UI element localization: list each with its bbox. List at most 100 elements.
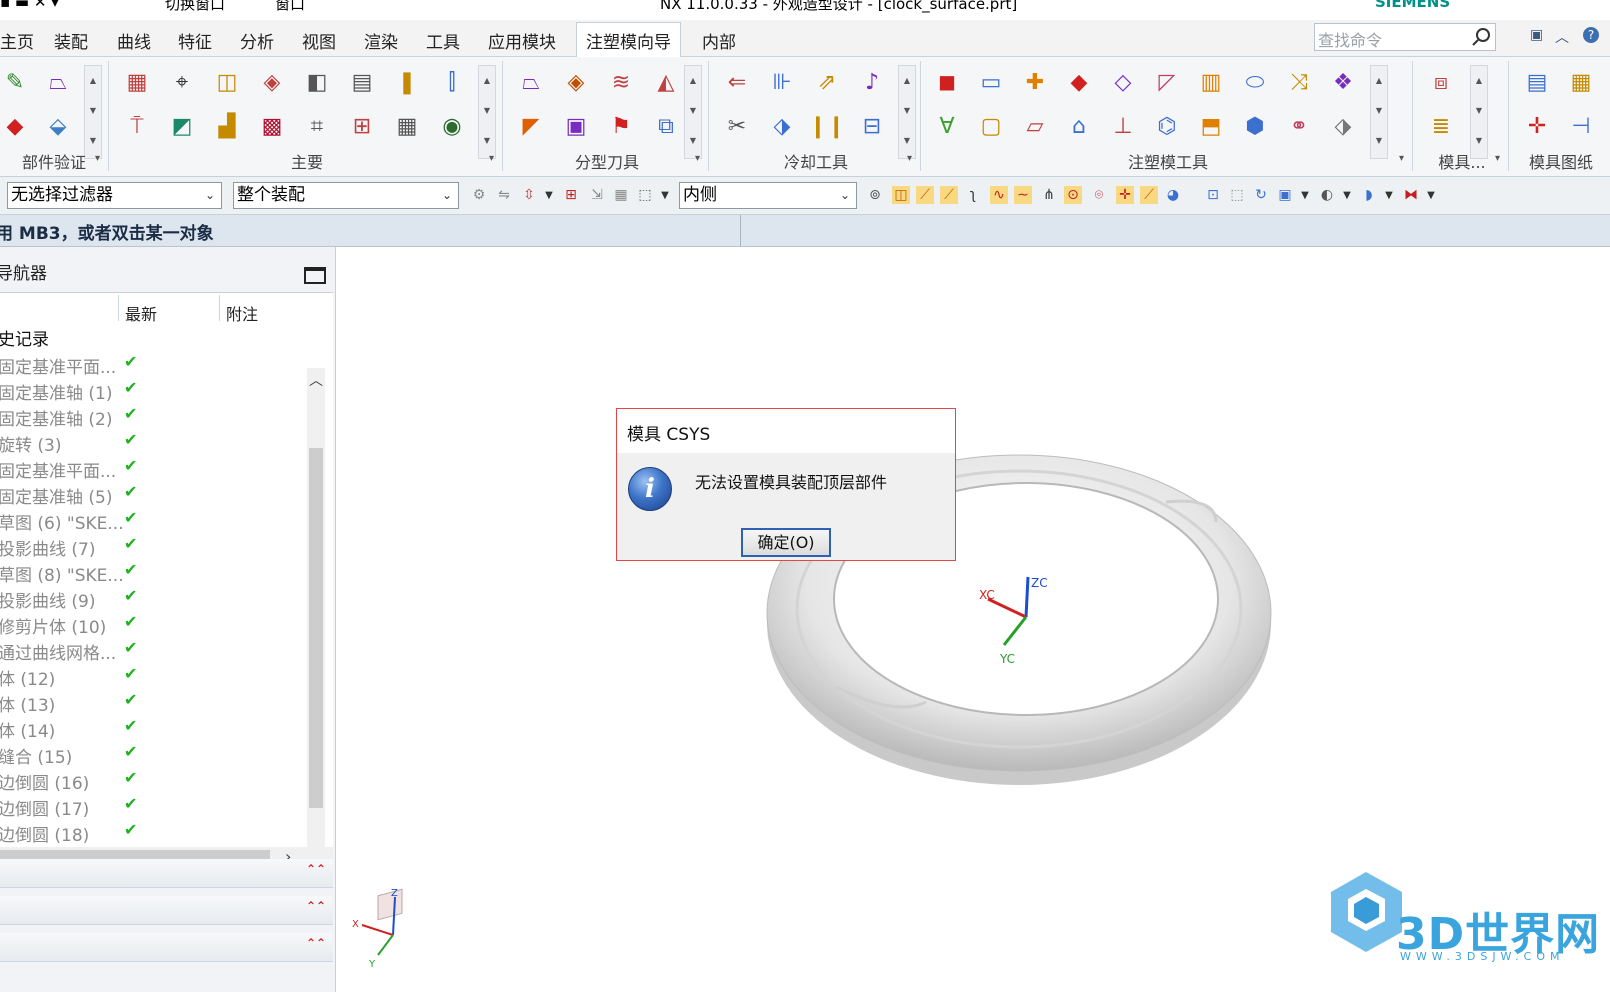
trim-box-icon[interactable]: ▱ xyxy=(1020,111,1050,141)
connect-channel-icon[interactable]: ✂ xyxy=(722,111,752,141)
cooling-pattern-icon[interactable]: ⇐ xyxy=(722,67,752,97)
work-layer-icon[interactable]: ⧓ xyxy=(1402,186,1420,204)
enlarge-surface-icon[interactable]: ▢ xyxy=(976,111,1006,141)
ejector-pin-icon[interactable]: ⫿ xyxy=(437,67,467,97)
table-row[interactable]: 修剪片体 (10) ✔ xyxy=(0,611,300,638)
snap-intersection-icon[interactable]: ⋔ xyxy=(1040,186,1058,204)
help-icon[interactable]: ? xyxy=(1583,27,1599,43)
snap-endpoint-icon[interactable]: ◫ xyxy=(892,186,910,204)
sheet-patch-icon[interactable]: ◆ xyxy=(1064,67,1094,97)
quick-access-icons[interactable]: ▪ ▬ ✕ ▾ xyxy=(0,0,59,11)
model-canvas[interactable]: ZC XC YC Z X Y xyxy=(336,247,1610,992)
reflection-analysis-icon[interactable]: ◆ xyxy=(0,111,30,141)
split-solid-icon[interactable]: ▭ xyxy=(976,67,1006,97)
table-row[interactable]: 边倒圆 (16) ✔ xyxy=(0,767,300,794)
group-scroll[interactable]: ▲ ▼ ▼ xyxy=(898,65,916,159)
group-label[interactable]: 模具图纸 xyxy=(1512,149,1610,173)
create-box-icon[interactable]: ◼ xyxy=(932,67,962,97)
view-triad[interactable]: Z X Y xyxy=(352,888,403,970)
dialog-header[interactable]: 模具 CSYS xyxy=(617,409,955,453)
assembly-merge-icon[interactable]: ⚭ xyxy=(1284,111,1314,141)
chevron-down-icon[interactable]: ▼ xyxy=(540,186,558,204)
splitter[interactable] xyxy=(0,855,333,857)
group-label[interactable]: 部件验证 ▾ xyxy=(0,149,108,173)
expand-icon[interactable]: ⌃⌃ xyxy=(306,862,326,876)
standard-part-icon[interactable]: ❚ xyxy=(392,67,422,97)
define-region-icon[interactable]: ◤ xyxy=(516,111,546,141)
snap-center-icon[interactable]: ⊙ xyxy=(1064,186,1082,204)
snap-existing-icon[interactable]: ✛ xyxy=(1116,186,1134,204)
window-menu-button[interactable]: 窗口 xyxy=(275,0,305,14)
table-row[interactable]: 投影曲线 (9) ✔ xyxy=(0,585,300,612)
define-cavity-core-icon[interactable]: ▣ xyxy=(561,111,591,141)
table-row[interactable]: 草图 (8) "SKE... ✔ xyxy=(0,559,300,586)
view-manager-icon[interactable]: ◉ xyxy=(437,111,467,141)
fit-view-icon[interactable]: ⊡ xyxy=(1204,186,1222,204)
column-separator[interactable] xyxy=(219,295,220,321)
modify-surface-icon[interactable]: ◸ xyxy=(1152,67,1182,97)
tab-home[interactable]: 主页 xyxy=(0,28,34,53)
panel-details[interactable]: ⌃⌃ xyxy=(0,896,333,925)
wave-control-icon[interactable]: ⌬ xyxy=(1152,111,1182,141)
scrollbar-thumb[interactable] xyxy=(309,448,323,808)
table-row[interactable]: 边倒圆 (18) ✔ xyxy=(0,819,300,846)
bom-icon[interactable]: ▦ xyxy=(392,111,422,141)
snap-midpoint-icon[interactable]: ⟋ xyxy=(940,186,958,204)
group-label[interactable]: 模具... ▾ xyxy=(1416,149,1508,173)
snap-point-icon[interactable]: ⊚ xyxy=(866,186,884,204)
cast-cavity-icon[interactable]: ⬒ xyxy=(1196,111,1226,141)
hole-table-icon[interactable]: ✛ xyxy=(1522,111,1552,141)
group-label[interactable]: 分型刀具 ▾ xyxy=(506,149,708,173)
check-region-icon[interactable]: ⏢ xyxy=(516,67,546,97)
tab-mold-wizard[interactable]: 注塑模向导 xyxy=(576,22,681,61)
table-row[interactable]: 固定基准平面... ✔ xyxy=(0,455,300,482)
snap-on-curve-icon[interactable]: ⟋ xyxy=(1140,186,1158,204)
command-search-input[interactable]: 查找命令 xyxy=(1314,23,1496,51)
tab-view[interactable]: 视图 xyxy=(302,28,336,53)
adjust-channel-icon[interactable]: ⬗ xyxy=(767,111,797,141)
tab-render[interactable]: 渲染 xyxy=(364,28,398,53)
table-row[interactable]: 边倒圆 (17) ✔ xyxy=(0,793,300,820)
chevron-down-icon[interactable]: ▼ xyxy=(656,186,674,204)
column-header-notes[interactable]: 附注 xyxy=(226,301,258,325)
slider-icon[interactable]: ◩ xyxy=(167,111,197,141)
general-selection-icon[interactable]: ⇳ xyxy=(520,186,538,204)
scroll-up-icon[interactable]: ︿ xyxy=(307,370,325,390)
solid-patch-icon[interactable]: ✚ xyxy=(1020,67,1050,97)
chevron-down-icon[interactable]: ▼ xyxy=(1422,186,1440,204)
table-row[interactable]: 体 (12) ✔ xyxy=(0,663,300,690)
tab-analysis[interactable]: 分析 xyxy=(240,28,274,53)
mold-tool-b-icon[interactable]: ≣ xyxy=(1426,111,1456,141)
history-root-node[interactable]: 历史记录 xyxy=(0,325,49,350)
chevron-down-icon[interactable]: ▼ xyxy=(1296,186,1314,204)
snap-quadrant-icon[interactable]: ⌾ xyxy=(1090,186,1108,204)
table-row[interactable]: 通过曲线网格... ✔ xyxy=(0,637,300,664)
table-row[interactable]: 体 (13) ✔ xyxy=(0,689,300,716)
table-row[interactable]: 旋转 (3) ✔ xyxy=(0,429,300,456)
snap-line-icon[interactable]: ⟋ xyxy=(916,186,934,204)
chevron-down-icon[interactable]: ▼ xyxy=(1380,186,1398,204)
cooling-fitting-icon[interactable]: ❙❙ xyxy=(809,111,846,141)
snap-control-icon[interactable]: ∿ xyxy=(990,186,1008,204)
runner-icon[interactable]: ⌗ xyxy=(302,111,332,141)
render-style-icon[interactable]: ◐ xyxy=(1318,186,1336,204)
check-geometry-icon[interactable]: ✎ xyxy=(0,67,30,97)
snap-curve-icon[interactable]: ʅ xyxy=(964,186,982,204)
cooling-parts-icon[interactable]: ⊟ xyxy=(857,111,887,141)
group-label[interactable]: 注塑模工具 ▾ xyxy=(924,149,1412,173)
mold-csys-icon[interactable]: ⌖ xyxy=(167,67,197,97)
select-all-icon[interactable]: ⊞ xyxy=(562,186,580,204)
switch-window-button[interactable]: 切换窗口 xyxy=(165,0,225,14)
parting-surface-icon[interactable]: ◭ xyxy=(651,67,681,97)
component-lock-icon[interactable]: ⬢ xyxy=(1240,111,1270,141)
cooling-standard-icon[interactable]: ⊪ xyxy=(767,67,797,97)
parting-line-icon[interactable]: ≋ xyxy=(606,67,636,97)
backup-parting-icon[interactable]: ⧉ xyxy=(651,111,681,141)
group-scroll[interactable]: ▲ ▼ ▼ xyxy=(478,65,496,159)
maximize-icon[interactable] xyxy=(304,267,326,284)
group-scroll[interactable]: ▲ ▼ ▼ xyxy=(1370,65,1388,159)
ribbon-options-icon[interactable]: ▣ xyxy=(1530,27,1543,43)
ok-button[interactable]: 确定(O) xyxy=(741,528,831,557)
shrinkage-icon[interactable]: ◫ xyxy=(212,67,242,97)
type-filter-dropdown[interactable]: 无选择过滤器 ⌄ xyxy=(7,182,222,209)
